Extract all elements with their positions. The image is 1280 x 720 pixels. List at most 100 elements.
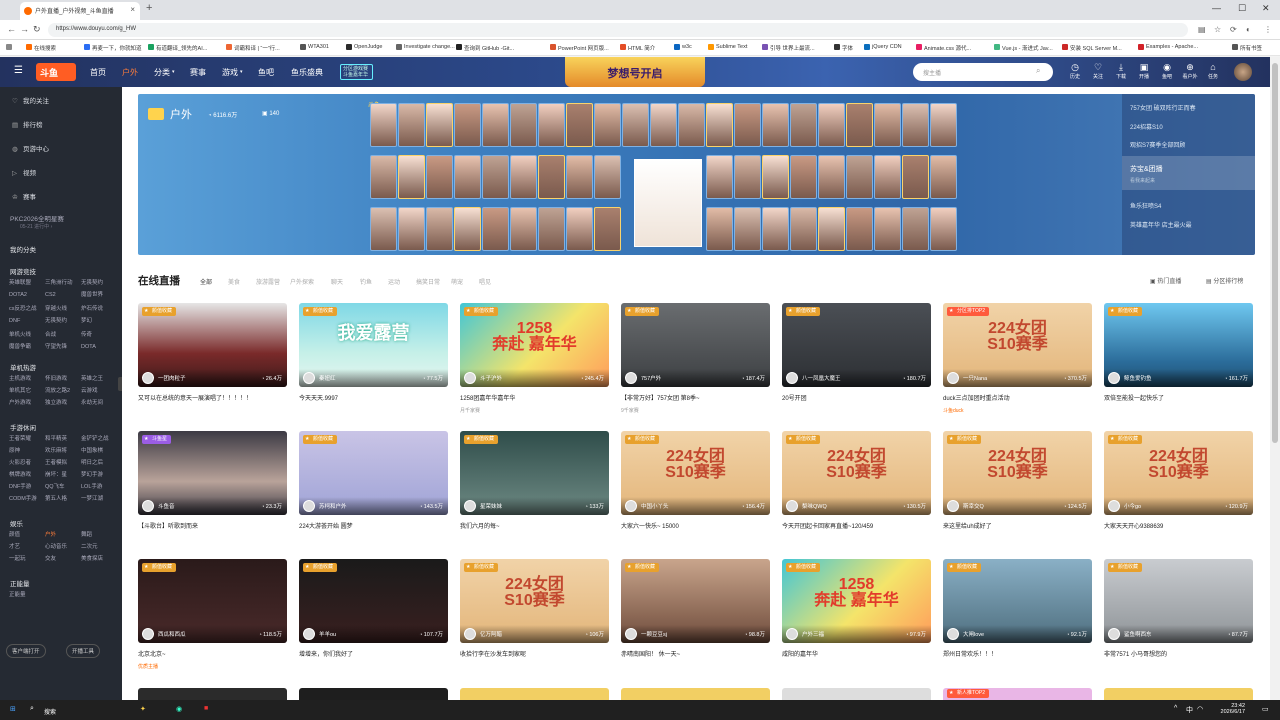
- stream-card[interactable]: 224女团 S10赛季颜值收藏亿万阿醋 106万收拾行李在沙发车到家呢: [460, 559, 609, 674]
- wall-streamer-photo[interactable]: [398, 207, 425, 251]
- stream-thumbnail[interactable]: 1258 奔赴 嘉年华 颜值收藏户外三福 97.9万: [782, 559, 931, 643]
- wall-streamer-photo[interactable]: [762, 103, 789, 147]
- forward-icon[interactable]: →: [20, 24, 29, 34]
- sidebar-category-link[interactable]: 无畏契约: [45, 316, 81, 328]
- streamer-name[interactable]: 斯幸交Q: [963, 502, 984, 510]
- stream-title[interactable]: 今天开团起卡回家再直播~120/459: [782, 521, 931, 530]
- wall-streamer-photo[interactable]: [566, 155, 593, 199]
- bookmark-item[interactable]: 所有书签: [1232, 44, 1262, 52]
- sidebar-category-link[interactable]: 独立游戏: [45, 398, 81, 410]
- wall-streamer-photo[interactable]: [482, 155, 509, 199]
- chevron-down-icon[interactable]: ▾: [240, 69, 243, 75]
- streamer-avatar[interactable]: [625, 500, 637, 512]
- sidebar-category-link[interactable]: 单机其它: [9, 386, 45, 398]
- sidebar-category-link[interactable]: 金铲铲之战: [81, 434, 117, 446]
- stream-card[interactable]: 224女团 S10赛季颜值收藏梨味QWQ 130.5万今天开团起卡回家再直播~12…: [782, 431, 931, 546]
- sidebar-category-link[interactable]: 主机游戏: [9, 374, 45, 386]
- wall-streamer-photo[interactable]: [874, 207, 901, 251]
- stream-thumbnail[interactable]: 颜值收藏鲨鱼啊西东 87.7万: [1104, 559, 1253, 643]
- wall-streamer-photo[interactable]: [734, 155, 761, 199]
- streamer-avatar[interactable]: [303, 372, 315, 384]
- chevron-down-icon[interactable]: ▾: [172, 69, 175, 75]
- streamer-name[interactable]: 757户外: [641, 374, 661, 382]
- sidebar-item-4[interactable]: ♔ 赛事: [12, 191, 36, 201]
- notification-icon[interactable]: ▭: [1262, 705, 1269, 713]
- streamer-avatar[interactable]: [625, 628, 637, 640]
- stream-card[interactable]: 颜值收藏苏柯和户外 143.5万 224大游荟开始 圆梦: [299, 431, 448, 546]
- sidebar-category-link[interactable]: 明日之后: [81, 458, 117, 470]
- wall-streamer-photo[interactable]: [594, 207, 621, 251]
- sidebar-category-link[interactable]: 火影忍者: [9, 458, 45, 470]
- sidebar-category-link[interactable]: 英雄联盟: [9, 278, 45, 290]
- streamer-avatar[interactable]: [786, 372, 798, 384]
- stream-thumbnail[interactable]: 224女团 S10赛季颜值收藏小今go 120.9万: [1104, 431, 1253, 515]
- bookmark-item[interactable]: Vue.js - 渐进式 Jav...: [994, 44, 1053, 52]
- streamer-avatar[interactable]: [1108, 500, 1120, 512]
- bookmark-item[interactable]: 安装 SQL Server M...: [1062, 44, 1122, 52]
- stream-title[interactable]: 增增来，你们我好了: [299, 649, 448, 658]
- sidebar-category-link[interactable]: 第五人格: [45, 494, 81, 506]
- edge-icon[interactable]: ◉: [176, 705, 182, 713]
- sidebar-event-sub[interactable]: 05-21 进行中 ›: [20, 223, 52, 230]
- bookmark-item[interactable]: OpenJudge: [346, 44, 382, 50]
- stream-card[interactable]: 224女团 S10赛季 分区排TOP2 一只Nana 370.5万 duck三点加团时重…: [943, 303, 1092, 418]
- sidebar-category-link[interactable]: 户外游戏: [9, 398, 45, 410]
- stream-card[interactable]: 颜值收藏鲸鱼爱钓鱼 161.7万双倍至能投一起快乐了: [1104, 303, 1253, 418]
- stream-thumbnail[interactable]: 颜值收藏大闸love 92.1万: [943, 559, 1092, 643]
- streamer-name[interactable]: 户外三福: [802, 630, 824, 638]
- wall-streamer-photo[interactable]: [678, 103, 705, 147]
- stream-thumbnail[interactable]: 颜值收藏鲸鱼爱钓鱼 161.7万: [1104, 303, 1253, 387]
- sidebar-category-link[interactable]: 英雄之王: [81, 374, 117, 386]
- streamer-avatar[interactable]: [142, 372, 154, 384]
- bookmark-item[interactable]: 再麦一下，你就知道: [84, 44, 142, 52]
- wall-streamer-photo[interactable]: [902, 155, 929, 199]
- sidebar-category-link[interactable]: 户外: [45, 530, 81, 542]
- streamer-avatar[interactable]: [464, 628, 476, 640]
- hero-event-item[interactable]: 苏宝&团播: [1130, 164, 1163, 174]
- stream-thumbnail[interactable]: 224女团 S10赛季颜值收藏梨味QWQ 130.5万: [782, 431, 931, 515]
- profile-icon[interactable]: ◐: [1246, 25, 1251, 34]
- streamer-avatar[interactable]: [142, 628, 154, 640]
- wall-streamer-photo[interactable]: [706, 103, 733, 147]
- scroll-thumb[interactable]: [1272, 63, 1278, 443]
- rank-toggle[interactable]: ▤ 分区排行榜: [1206, 276, 1243, 285]
- sidebar-category-link[interactable]: 魔兽世界: [81, 290, 117, 302]
- wall-streamer-photo[interactable]: [426, 155, 453, 199]
- wall-streamer-photo[interactable]: [566, 207, 593, 251]
- wall-streamer-photo[interactable]: [454, 155, 481, 199]
- sidebar-category-link[interactable]: 梦幻: [81, 316, 117, 328]
- url-input[interactable]: https://www.douyu.com/g_HW: [48, 23, 1188, 37]
- nav-item-0[interactable]: 首页: [90, 67, 106, 78]
- minimize-icon[interactable]: —: [1212, 3, 1221, 13]
- sidebar-item-3[interactable]: ▷ 视频: [12, 167, 36, 177]
- stream-card[interactable]: 颜值收藏鲨鱼啊西东 87.7万非常7571 小马哥想您的: [1104, 559, 1253, 674]
- search-icon[interactable]: ⌕: [1036, 66, 1040, 76]
- stream-thumbnail[interactable]: 224女团 S10赛季颜值收藏斯幸交Q 124.5万: [943, 431, 1092, 515]
- header-download-button[interactable]: ⤓ 下载: [1110, 62, 1132, 80]
- filter-tab[interactable]: 美食: [228, 277, 240, 286]
- live-tool-button[interactable]: 开播工具: [66, 644, 101, 658]
- wall-streamer-photo[interactable]: [790, 155, 817, 199]
- streamer-name[interactable]: 苏柯和户外: [319, 502, 347, 510]
- stream-card[interactable]: 我爱露营 颜值收藏秦妞红 77.5万今天天天.9997: [299, 303, 448, 418]
- stream-title[interactable]: 北京北京~: [138, 649, 287, 658]
- bookmark-item[interactable]: HTML 简介: [620, 44, 655, 52]
- sidebar-category-link[interactable]: 心动音乐: [45, 542, 81, 554]
- wall-streamer-photo[interactable]: [874, 155, 901, 199]
- stream-thumbnail[interactable]: 颜值收藏西瓜和西瓜 118.5万: [138, 559, 287, 643]
- stream-thumbnail[interactable]: 斗鱼星斗鱼音 23.3万: [138, 431, 287, 515]
- app-icon[interactable]: ■: [204, 705, 208, 712]
- streamer-name[interactable]: 八一凤凰大魔王: [802, 374, 841, 382]
- user-avatar[interactable]: [1234, 63, 1252, 81]
- wall-streamer-photo[interactable]: [734, 103, 761, 147]
- hamburger-icon[interactable]: ☰: [14, 65, 23, 76]
- reader-icon[interactable]: ▤: [1198, 25, 1206, 34]
- sidebar-category-link[interactable]: 梦幻手游: [81, 470, 117, 482]
- nav-item-4[interactable]: 游戏: [222, 67, 238, 78]
- wall-streamer-photo[interactable]: [510, 155, 537, 199]
- star-icon[interactable]: ☆: [1214, 25, 1221, 34]
- stream-thumbnail[interactable]: 颜值收藏八一凤凰大魔王 180.7万: [782, 303, 931, 387]
- sidebar-category-link[interactable]: 守望先锋: [45, 342, 81, 354]
- wall-streamer-photo[interactable]: [370, 207, 397, 251]
- wall-streamer-photo[interactable]: [902, 103, 929, 147]
